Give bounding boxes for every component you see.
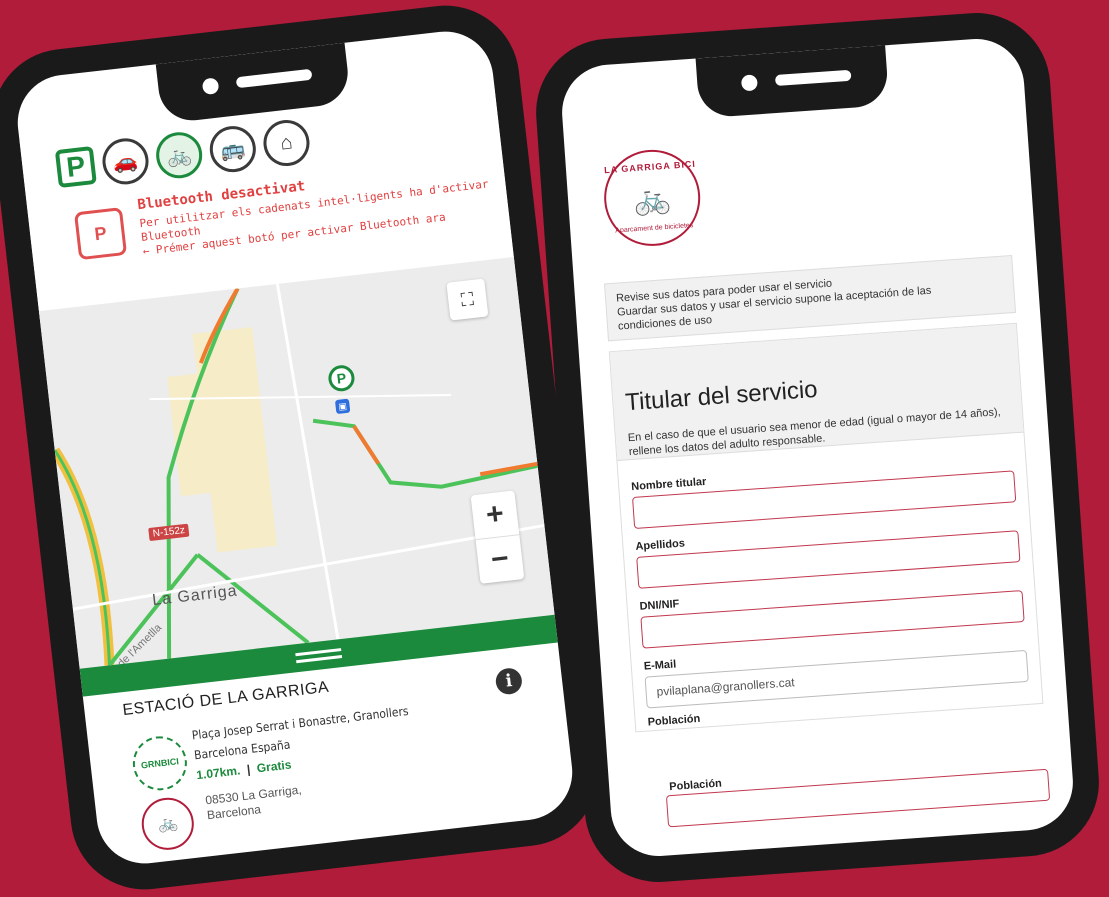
station-address-1: Plaça Josep Serrat i Bonastre, Granoller… [191, 703, 410, 743]
station-distance: 1.07km. [195, 763, 242, 783]
car-icon: 🚗 [111, 149, 140, 175]
bus-mode-button[interactable]: 🚌 [207, 123, 259, 175]
info-icon[interactable]: i [494, 666, 524, 696]
la-garriga-bici-logo-small: 🚲 [139, 795, 197, 853]
fullscreen-icon: ⛶ [459, 288, 475, 310]
home-icon: ⌂ [279, 130, 294, 155]
holder-form-card: Titular del servicio En el caso de que e… [608, 322, 1044, 733]
apellidos-label: Apellidos [635, 537, 686, 553]
logo-top-text: LA GARRIGA BICI [603, 158, 697, 176]
bike-icon: 🚲 [632, 181, 673, 218]
station-price: Gratis [256, 757, 293, 776]
phone-notch [695, 45, 889, 119]
email-label: E-Mail [643, 658, 677, 673]
home-mode-button[interactable]: ⌂ [261, 117, 312, 169]
phone-right: LA GARRIGA BICI 🚲 Aparcament de biciclet… [531, 8, 1104, 887]
car-mode-button[interactable]: 🚗 [100, 135, 151, 187]
parking-logo-icon: P [54, 145, 97, 189]
dni-input[interactable] [640, 590, 1025, 649]
bike-mode-button[interactable]: 🚲 [153, 129, 205, 181]
form-screen: LA GARRIGA BICI 🚲 Aparcament de biciclet… [558, 35, 1077, 860]
poblacion-input[interactable] [665, 768, 1051, 828]
map-view[interactable]: ⛶ P ▣ N-152z La Garriga de l'Ametlla + − [38, 257, 555, 669]
poblacion-label: Población [647, 712, 701, 729]
station-distance-row: 1.07km. | Gratis [196, 758, 292, 783]
fullscreen-button[interactable]: ⛶ [446, 278, 489, 321]
zoom-in-button[interactable]: + [471, 490, 520, 539]
bike-icon: 🚲 [165, 143, 193, 169]
email-input[interactable] [644, 649, 1029, 709]
bus-stop-icon[interactable]: ▣ [334, 398, 351, 415]
bike-icon: 🚲 [156, 814, 179, 834]
bluetooth-lock-icon: P [93, 222, 108, 244]
poblacion-label-repeat: Población [668, 777, 723, 794]
station-separator: | [246, 762, 251, 777]
granbici-logo: GRNBICI [130, 733, 190, 794]
nombre-label: Nombre titular [630, 475, 707, 494]
la-garriga-bici-logo: LA GARRIGA BICI 🚲 Aparcament de biciclet… [600, 146, 704, 250]
granbici-logo-text: GRNBICI [140, 756, 180, 771]
app-screen: P 🚗 🚲 🚌 ⌂ P Bluetooth desactivat Per uti… [12, 26, 578, 869]
apellidos-input[interactable] [636, 530, 1021, 589]
logo-bottom-text: Aparcament de bicicletes [615, 222, 694, 235]
phone-left: P 🚗 🚲 🚌 ⌂ P Bluetooth desactivat Per uti… [0, 0, 607, 897]
map-roads [50, 283, 547, 667]
bus-icon: 🚌 [219, 137, 247, 162]
zoom-out-button[interactable]: − [475, 534, 525, 584]
dni-label: DNI/NIF [639, 598, 680, 613]
bluetooth-activate-button[interactable]: P [73, 207, 128, 261]
